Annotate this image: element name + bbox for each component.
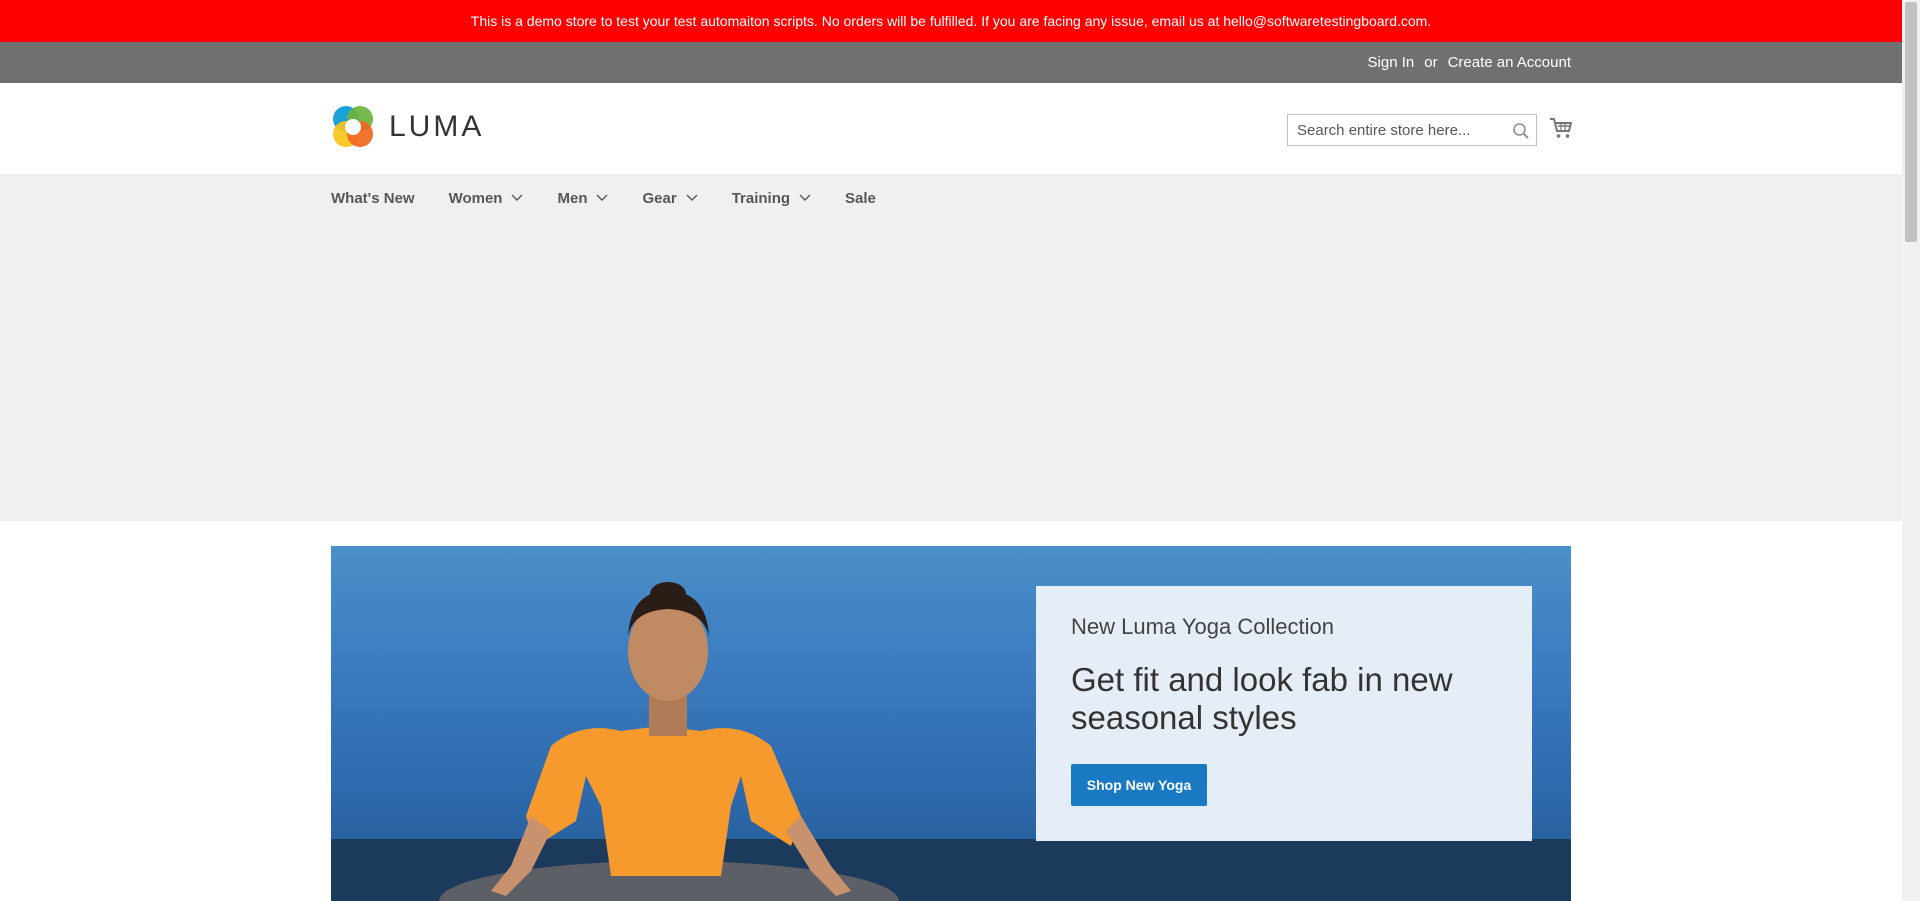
sign-in-link[interactable]: Sign In — [1368, 54, 1415, 71]
shop-new-yoga-button[interactable]: Shop New Yoga — [1071, 764, 1207, 806]
demo-notice-text: This is a demo store to test your test a… — [470, 13, 1432, 29]
main-navigation: What's New Women Men Gear Training Sale — [0, 174, 1902, 521]
search-box — [1287, 114, 1537, 146]
nav-item-label: Men — [557, 189, 588, 207]
panel-header: Sign In or Create an Account — [0, 42, 1902, 83]
chevron-down-icon — [686, 194, 698, 201]
header-content: LUMA — [0, 83, 1902, 174]
nav-item-label: Training — [731, 189, 791, 207]
nav-item-women[interactable]: Women — [449, 190, 524, 207]
chevron-down-icon — [596, 194, 608, 201]
header-links: Sign In or Create an Account — [1368, 42, 1571, 83]
logo-wordmark: LUMA — [389, 110, 485, 143]
nav-item-label: Sale — [845, 189, 876, 207]
store-logo[interactable]: LUMA — [331, 105, 484, 149]
nav-item-men[interactable]: Men — [557, 190, 608, 207]
nav-item-gear[interactable]: Gear — [642, 189, 698, 207]
chevron-down-icon — [799, 194, 811, 201]
luma-logo-icon — [333, 106, 373, 147]
hero-banner[interactable]: New Luma Yoga Collection Get fit and loo… — [331, 546, 1571, 901]
nav-items: What's New Women Men Gear Training Sale — [331, 174, 910, 222]
page-scrollbar[interactable] — [1902, 0, 1920, 901]
nav-item-what-s-new[interactable]: What's New — [331, 190, 415, 207]
create-account-link[interactable]: Create an Account — [1448, 54, 1571, 71]
promo-subtitle: New Luma Yoga Collection — [1071, 614, 1334, 639]
nav-item-sale[interactable]: Sale — [845, 190, 876, 207]
promo-box: New Luma Yoga Collection Get fit and loo… — [1036, 586, 1532, 841]
chevron-down-icon — [511, 194, 523, 201]
promo-title: Get fit and look fab in new seasonal sty… — [1071, 661, 1453, 736]
scrollbar-thumb[interactable] — [1905, 2, 1917, 242]
nav-item-label: Women — [448, 189, 503, 207]
nav-item-label: What's New — [331, 189, 415, 207]
header-links-separator: or — [1424, 54, 1438, 71]
demo-notice-banner: This is a demo store to test your test a… — [0, 0, 1902, 42]
nav-item-training[interactable]: Training — [732, 190, 811, 207]
cart-icon[interactable] — [1549, 116, 1573, 140]
nav-item-label: Gear — [642, 189, 677, 207]
search-icon[interactable] — [1512, 122, 1530, 140]
search-input[interactable] — [1288, 115, 1536, 145]
